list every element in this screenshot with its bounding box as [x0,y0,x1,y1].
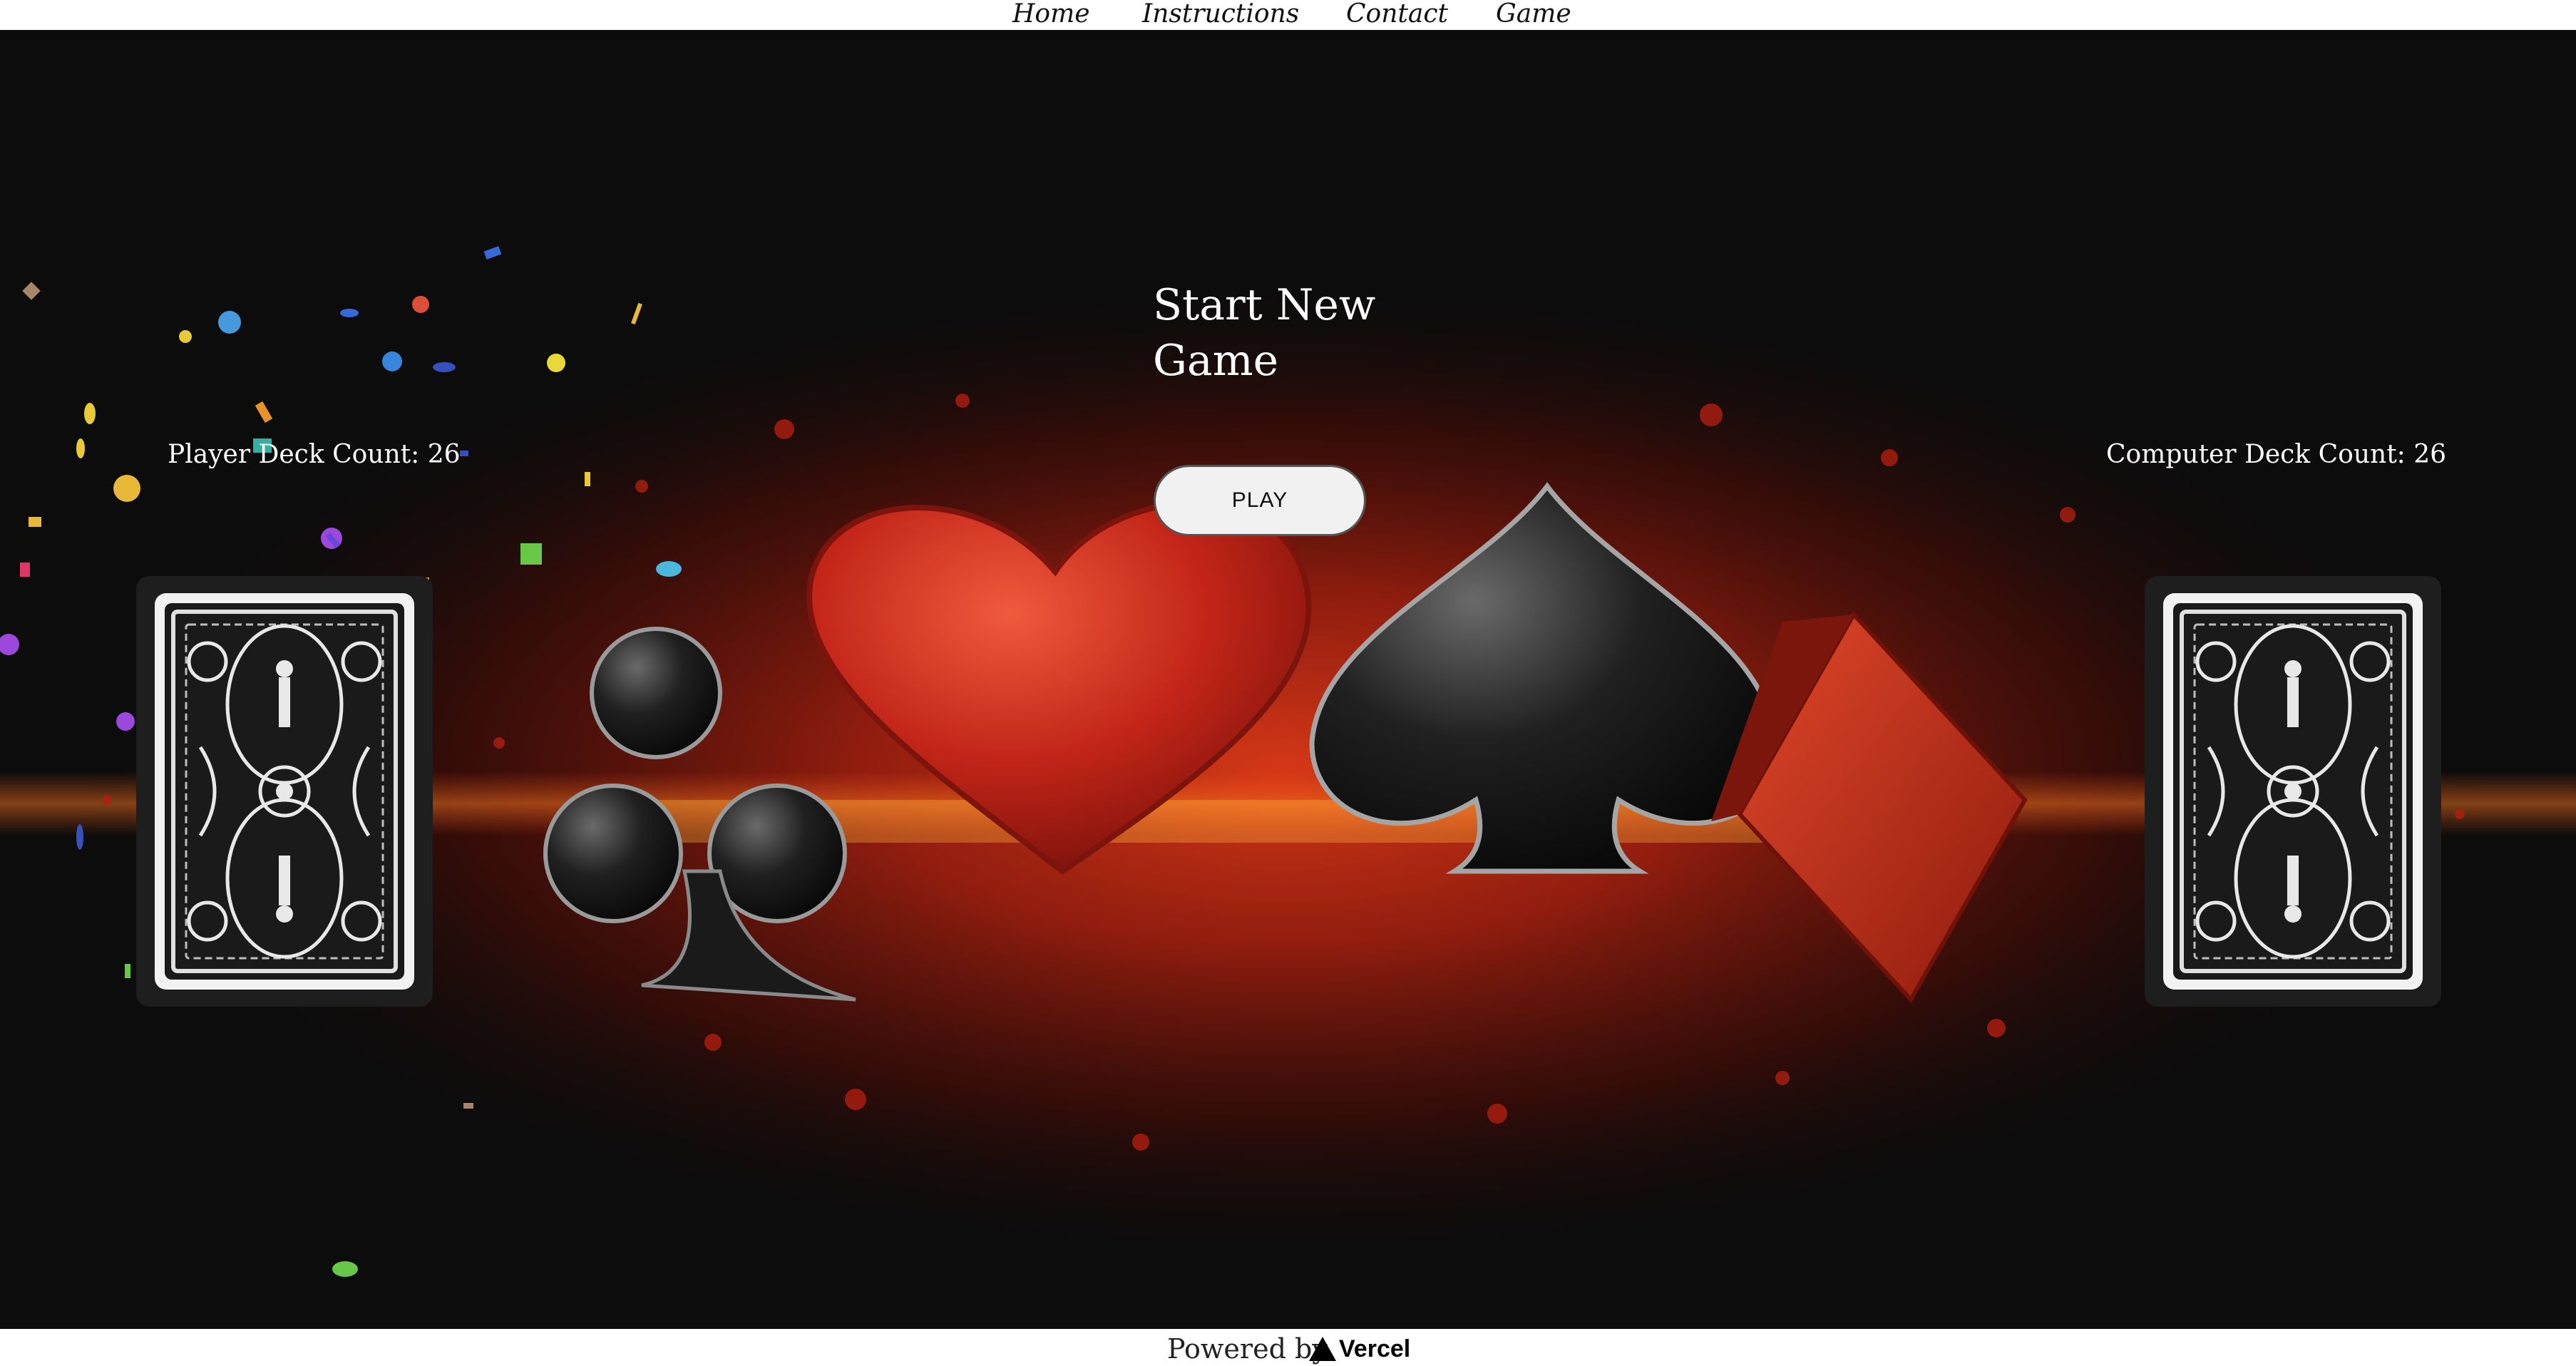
footer: Powered by Vercel [0,1329,2576,1366]
powered-by-label: Powered by [1167,1333,1328,1365]
game-stage: Start New Game Player Deck Count: 26 Com… [0,30,2576,1329]
vercel-brand-label: Vercel [1339,1335,1411,1362]
play-button[interactable]: PLAY [1154,465,1366,536]
vercel-link[interactable]: Vercel [1309,1333,1410,1365]
computer-deck-count: Computer Deck Count: 26 [2106,440,2447,469]
game-title: Start New Game [1153,280,1376,386]
card-back-icon [155,593,414,990]
nav-link-game[interactable]: Game [1496,0,1571,29]
computer-deck [2145,576,2441,1007]
vercel-triangle-icon [1309,1337,1336,1361]
nav-link-home[interactable]: Home [1012,0,1090,29]
player-deck-count: Player Deck Count: 26 [168,440,461,469]
card-back-icon [2163,593,2423,990]
top-nav: Home Instructions Contact Game [0,0,2576,30]
nav-link-instructions[interactable]: Instructions [1142,0,1299,29]
nav-link-contact[interactable]: Contact [1346,0,1448,29]
player-deck[interactable] [136,576,433,1007]
